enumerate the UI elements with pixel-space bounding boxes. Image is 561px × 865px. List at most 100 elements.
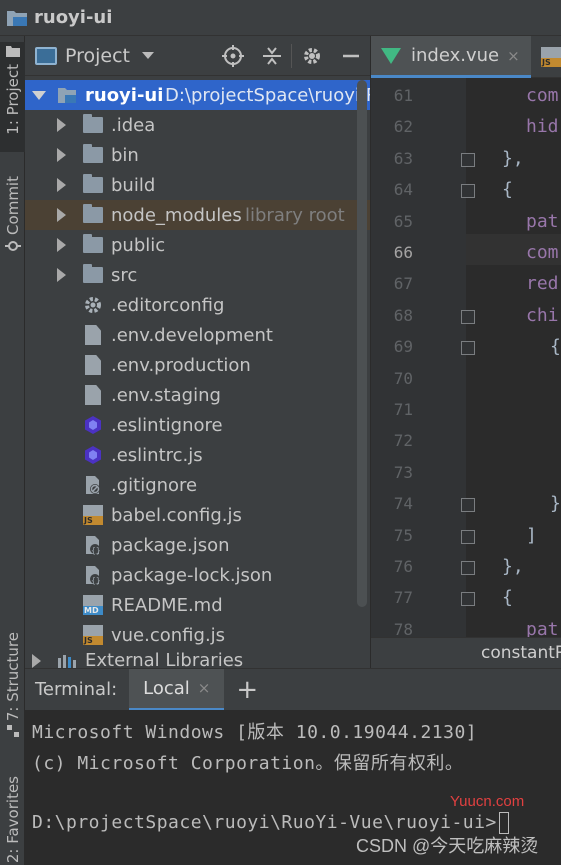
code-line: { bbox=[550, 336, 561, 358]
code-line: ] bbox=[526, 524, 537, 546]
code-line: chi bbox=[526, 304, 559, 326]
tree-item-external-libraries[interactable]: External Libraries bbox=[25, 650, 370, 668]
fold-marker-icon[interactable] bbox=[461, 152, 475, 167]
folder-icon bbox=[83, 114, 103, 133]
tree-item-file[interactable]: MD README.md bbox=[25, 590, 370, 620]
line-number: 74 bbox=[393, 494, 413, 514]
fold-marker-icon[interactable] bbox=[461, 184, 475, 199]
fold-marker-icon[interactable] bbox=[461, 498, 475, 513]
json-file-icon: {} bbox=[86, 566, 101, 585]
editor-tabs: index.vue × JS bbox=[371, 36, 561, 78]
text-file-icon bbox=[85, 355, 101, 375]
folder-icon bbox=[83, 234, 103, 253]
chevron-down-icon[interactable] bbox=[142, 52, 155, 59]
locate-icon[interactable] bbox=[213, 36, 252, 76]
fold-marker-icon[interactable] bbox=[461, 341, 475, 356]
folder-icon bbox=[83, 204, 103, 223]
tree-item-file[interactable]: .eslintrc.js bbox=[25, 440, 370, 470]
tab-label: index.vue bbox=[411, 45, 500, 66]
tree-item-folder[interactable]: src bbox=[25, 260, 370, 290]
project-tree: ruoyi-ui D:\projectSpace\ruoyi\Ru .idea … bbox=[25, 80, 370, 668]
vue-file-icon bbox=[381, 47, 401, 64]
tab-structure[interactable]: 7: Structure bbox=[0, 632, 25, 747]
tree-item-label: vue.config.js bbox=[111, 624, 226, 646]
eslint-icon bbox=[85, 416, 101, 434]
tree-item-label: .env.development bbox=[111, 324, 273, 346]
tree-item-label: ruoyi-ui bbox=[85, 84, 164, 106]
chevron-right-icon[interactable] bbox=[57, 118, 66, 132]
folder-icon bbox=[83, 144, 103, 163]
breadcrumb-label: constantR bbox=[481, 643, 561, 663]
tree-item-label: .eslintrc.js bbox=[111, 444, 203, 466]
tree-item-file[interactable]: JS babel.config.js bbox=[25, 500, 370, 530]
tree-item-label: build bbox=[111, 174, 156, 196]
tree-item-folder[interactable]: bin bbox=[25, 140, 370, 170]
chevron-right-icon[interactable] bbox=[32, 654, 41, 668]
tree-item-file[interactable]: .gitignore bbox=[25, 470, 370, 500]
tree-item-folder[interactable]: build bbox=[25, 170, 370, 200]
fold-marker-icon[interactable] bbox=[461, 529, 475, 544]
collapse-all-icon[interactable] bbox=[252, 36, 291, 76]
chevron-right-icon[interactable] bbox=[57, 268, 66, 282]
editor-breadcrumb[interactable]: constantR bbox=[371, 637, 561, 668]
code-line: }, bbox=[502, 556, 524, 577]
ignore-file-icon bbox=[86, 476, 100, 494]
tree-item-file[interactable]: .env.staging bbox=[25, 380, 370, 410]
gear-icon bbox=[85, 297, 101, 313]
tree-item-path: D:\projectSpace\ruoyi\Ru bbox=[165, 84, 370, 106]
tree-item-file[interactable]: .editorconfig bbox=[25, 290, 370, 320]
tree-item-label: package-lock.json bbox=[111, 564, 273, 586]
tree-item-file[interactable]: JS vue.config.js bbox=[25, 620, 370, 650]
watermark-author: CSDN @今天吃麻辣烫 bbox=[356, 836, 539, 856]
project-view-icon bbox=[35, 46, 57, 65]
tab-project[interactable]: 1: Project bbox=[0, 42, 25, 152]
line-number: 77 bbox=[393, 588, 413, 608]
tab-favorites[interactable]: 2: Favorites bbox=[0, 776, 25, 865]
project-scrollbar[interactable] bbox=[357, 80, 367, 607]
minimize-icon[interactable] bbox=[331, 36, 370, 76]
close-icon[interactable]: × bbox=[507, 47, 520, 65]
tree-item-file[interactable]: {} package-lock.json bbox=[25, 560, 370, 590]
settings-icon[interactable] bbox=[292, 36, 331, 76]
tree-item-file[interactable]: {} package.json bbox=[25, 530, 370, 560]
code-line: { bbox=[502, 587, 513, 609]
terminal-header: Terminal: Local × + bbox=[25, 668, 561, 711]
fold-marker-icon[interactable] bbox=[461, 561, 475, 575]
line-number: 63 bbox=[393, 148, 413, 168]
fold-marker-icon[interactable] bbox=[461, 592, 475, 607]
line-number: 78 bbox=[393, 619, 413, 639]
tab-terminal-local[interactable]: Local × bbox=[129, 668, 225, 711]
add-terminal-button[interactable]: + bbox=[236, 675, 258, 705]
tab-commit[interactable]: Commit bbox=[0, 176, 25, 271]
tab-index-vue[interactable]: index.vue × bbox=[371, 36, 531, 78]
title-bar: ruoyi-ui bbox=[0, 0, 561, 36]
tree-item-file[interactable]: .env.production bbox=[25, 350, 370, 380]
fold-marker-icon[interactable] bbox=[461, 309, 475, 324]
chevron-right-icon[interactable] bbox=[57, 178, 66, 192]
terminal-tab-label: Local bbox=[143, 677, 190, 699]
tree-item-file[interactable]: .eslintignore bbox=[25, 410, 370, 440]
tree-item-folder[interactable]: public bbox=[25, 230, 370, 260]
tree-item-label: .editorconfig bbox=[111, 294, 225, 316]
chevron-down-icon[interactable] bbox=[32, 90, 46, 100]
tree-item-folder[interactable]: node_modules library root bbox=[25, 200, 370, 230]
line-number: 61 bbox=[393, 86, 413, 105]
terminal-prompt-line: D:\projectSpace\ruoyi\RuoYi-Vue\ruoyi-ui… bbox=[32, 812, 509, 834]
tree-item-root[interactable]: ruoyi-ui D:\projectSpace\ruoyi\Ru bbox=[25, 80, 370, 110]
chevron-right-icon[interactable] bbox=[57, 238, 66, 252]
terminal-line: (c) Microsoft Corporation。保留所有权利。 bbox=[32, 753, 464, 774]
text-cursor bbox=[498, 812, 509, 834]
folder-icon bbox=[83, 174, 103, 193]
chevron-right-icon[interactable] bbox=[57, 148, 66, 162]
close-icon[interactable]: × bbox=[198, 679, 211, 697]
code-line: } bbox=[550, 493, 561, 515]
tree-item-label: README.md bbox=[111, 594, 223, 616]
json-file-icon: {} bbox=[86, 536, 101, 555]
tree-item-folder[interactable]: .idea bbox=[25, 110, 370, 140]
tree-item-label: .env.staging bbox=[111, 384, 221, 406]
project-view-selector[interactable]: Project bbox=[65, 45, 130, 67]
tab-js-file[interactable]: JS bbox=[541, 36, 561, 78]
tree-item-file[interactable]: .env.development bbox=[25, 320, 370, 350]
chevron-right-icon[interactable] bbox=[57, 208, 66, 222]
terminal-prompt: D:\projectSpace\ruoyi\RuoYi-Vue\ruoyi-ui… bbox=[32, 812, 497, 833]
